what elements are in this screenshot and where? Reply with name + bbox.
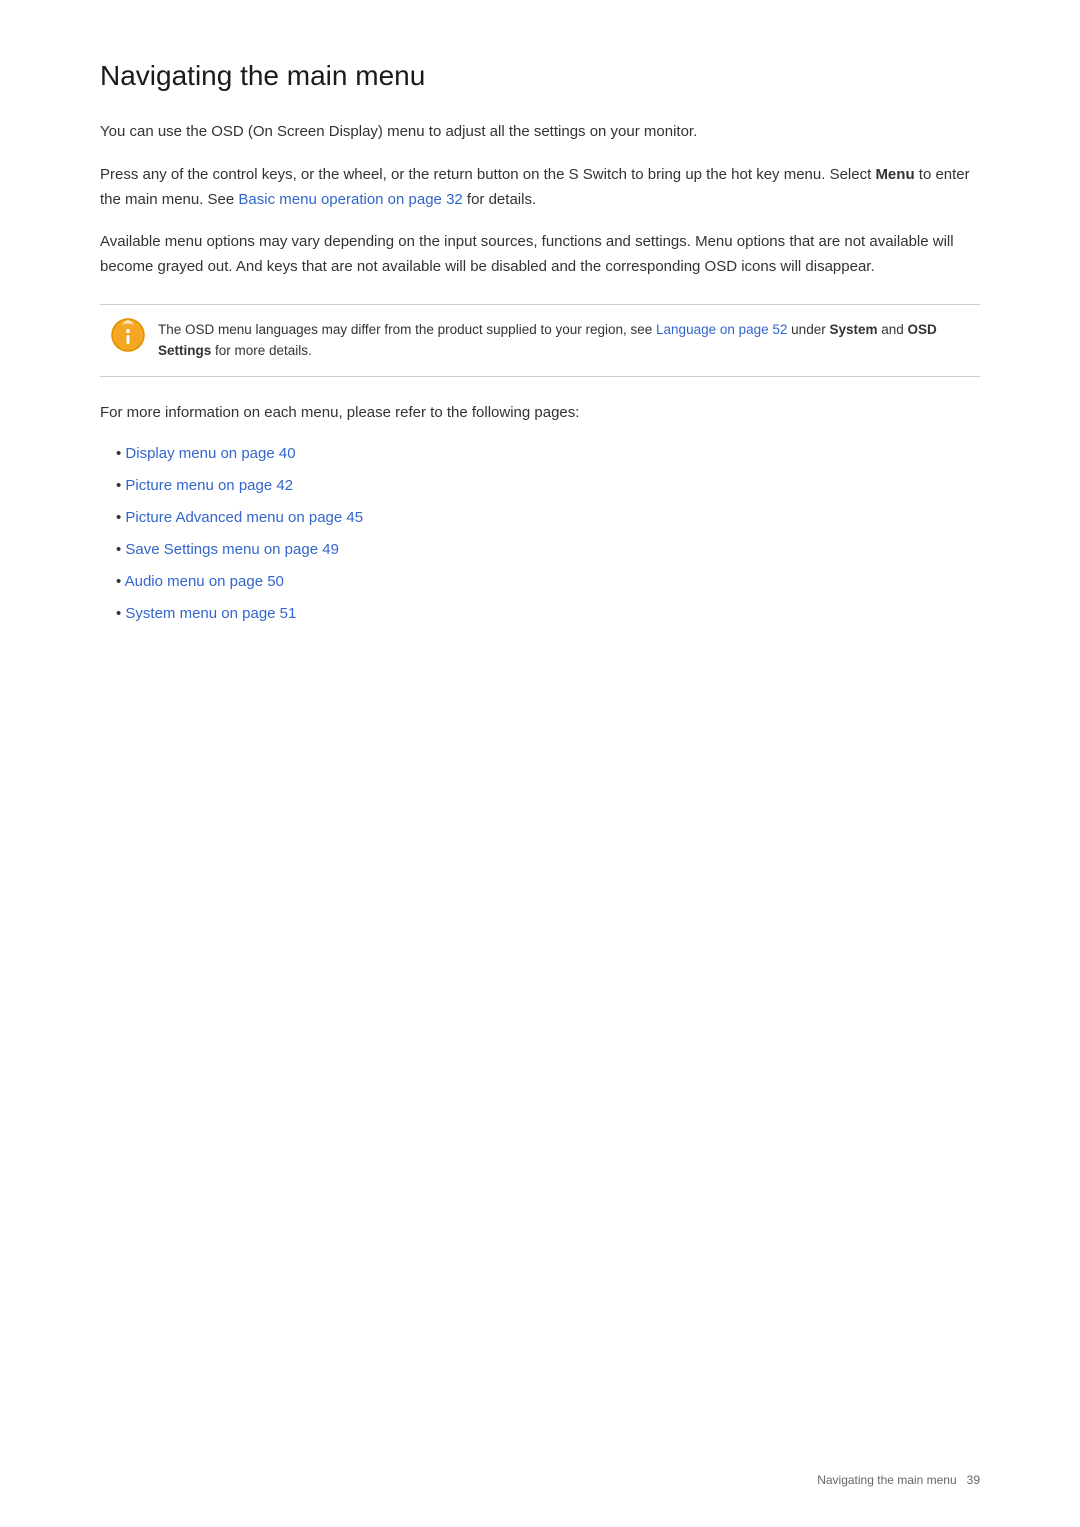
display-menu-link[interactable]: Display menu on page 40 — [125, 445, 295, 462]
picture-advanced-menu-link[interactable]: Picture Advanced menu on page 45 — [125, 509, 363, 526]
menu-links-list: Display menu on page 40 Picture menu on … — [116, 442, 980, 626]
page-container: Navigating the main menu You can use the… — [0, 0, 1080, 714]
footer: Navigating the main menu 39 — [817, 1473, 980, 1487]
list-item: Display menu on page 40 — [116, 442, 980, 466]
notice-text-middle: under — [787, 322, 829, 337]
page-title: Navigating the main menu — [100, 60, 980, 92]
list-item: Picture Advanced menu on page 45 — [116, 506, 980, 530]
audio-menu-link[interactable]: Audio menu on page 50 — [125, 573, 284, 590]
picture-menu-link[interactable]: Picture menu on page 42 — [125, 477, 293, 494]
notice-icon — [110, 317, 146, 353]
save-settings-menu-link[interactable]: Save Settings menu on page 49 — [125, 541, 339, 558]
footer-label: Navigating the main menu — [817, 1473, 956, 1487]
basic-menu-operation-link[interactable]: Basic menu operation on page 32 — [238, 191, 462, 208]
list-item: Save Settings menu on page 49 — [116, 538, 980, 562]
language-link[interactable]: Language on page 52 — [656, 322, 787, 337]
notice-box: The OSD menu languages may differ from t… — [100, 304, 980, 377]
paragraph-3: Available menu options may vary dependin… — [100, 230, 980, 280]
paragraph-1: You can use the OSD (On Screen Display) … — [100, 120, 980, 145]
list-item: System menu on page 51 — [116, 602, 980, 626]
notice-bold-system: System — [829, 322, 877, 337]
for-more-text: For more information on each menu, pleas… — [100, 401, 980, 426]
list-item: Picture menu on page 42 — [116, 474, 980, 498]
list-item: Audio menu on page 50 — [116, 570, 980, 594]
paragraph-2: Press any of the control keys, or the wh… — [100, 163, 980, 213]
system-menu-link[interactable]: System menu on page 51 — [125, 605, 296, 622]
footer-page-number: 39 — [967, 1473, 980, 1487]
notice-text-before: The OSD menu languages may differ from t… — [158, 322, 656, 337]
